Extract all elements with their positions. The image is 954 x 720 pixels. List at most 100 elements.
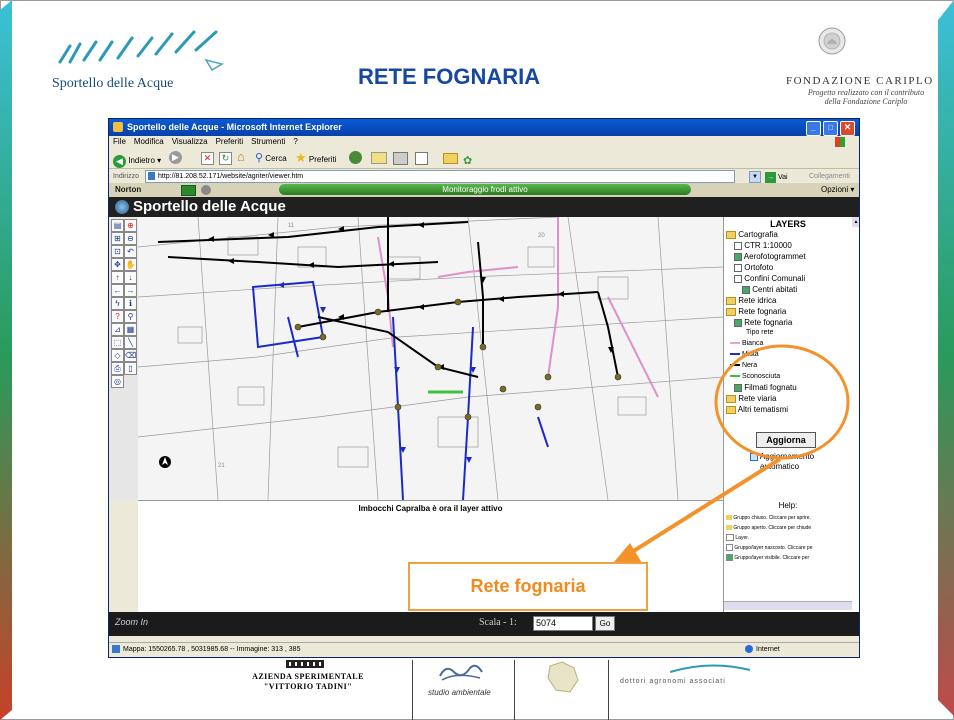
norton-screen-icon[interactable]: [181, 185, 196, 196]
callout-ellipse-arrow: [608, 344, 850, 569]
address-dropdown-icon[interactable]: ▼: [749, 171, 761, 183]
ie-status-bar: Mappa: 1550265.78 , 5031985.68 -- Immagi…: [109, 642, 859, 657]
pan-right-tool-icon[interactable]: →: [124, 284, 137, 297]
windows-flag-icon: [835, 137, 845, 147]
layers-scroll-up-icon[interactable]: ▲: [852, 217, 859, 227]
fondazione-subtitle-2: della Fondazione Cariplo: [824, 97, 908, 106]
history-icon[interactable]: [349, 151, 362, 164]
scale-input[interactable]: 5074: [533, 616, 593, 631]
ie-logo-icon: [113, 122, 123, 132]
zoom-back-tool-icon[interactable]: ↶: [124, 245, 137, 258]
menu-file[interactable]: File: [113, 137, 126, 146]
svg-text:21: 21: [218, 463, 225, 469]
identify-tool-icon[interactable]: ℹ: [124, 297, 137, 310]
menu-modifica[interactable]: Modifica: [134, 137, 164, 146]
studio-ambientale-label: studio ambientale: [428, 688, 491, 697]
scale-go-button[interactable]: Go: [595, 616, 615, 631]
menu-strumenti[interactable]: Strumenti: [251, 137, 285, 146]
pan-down-tool-icon[interactable]: ↓: [124, 271, 137, 284]
checkbox-icon: [734, 263, 742, 272]
close-button[interactable]: ✕: [840, 121, 855, 136]
azienda-name-line1: AZIENDA SPERIMENTALE: [252, 672, 364, 681]
layer-item[interactable]: Rete idrica: [726, 295, 776, 306]
globe-icon: [745, 645, 753, 654]
folder-open-icon: [726, 230, 736, 239]
rete-nera-lines: [157, 217, 619, 378]
document-tool-icon[interactable]: ▯: [124, 362, 137, 375]
map-tools-palette: ▤ ⊕ ⊞ ⊖ ⊡ ↶ ✥ ✋ ↑ ↓ ← → ϟ ℹ ? ⚲ ⊿ ▦ ⬚ ╲ …: [109, 217, 138, 500]
menu-preferiti[interactable]: Preferiti: [216, 137, 244, 146]
zoom-active-tool-icon[interactable]: ⊡: [111, 245, 124, 258]
address-input[interactable]: http://81.208.52.171/website/agriter/vie…: [145, 170, 735, 183]
folder-icon[interactable]: [443, 153, 458, 164]
address-label: Indirizzo: [113, 173, 140, 180]
buffer-tool-icon[interactable]: ▦: [124, 323, 137, 336]
page-title: RETE FOGNARIA: [358, 64, 541, 89]
favorites-button[interactable]: ★ Preferiti: [295, 148, 336, 170]
favorites-star-icon: ★: [295, 150, 307, 165]
svg-text:11: 11: [288, 223, 295, 229]
layer-item[interactable]: Rete fognaria: [726, 306, 786, 317]
hyperlink-tool-icon[interactable]: ϟ: [111, 297, 124, 310]
pan-arrow-tool-icon[interactable]: ✥: [111, 258, 124, 271]
stop-icon[interactable]: ✕: [201, 152, 214, 165]
internet-zone: Internet: [745, 643, 780, 657]
pan-left-tool-icon[interactable]: ←: [111, 284, 124, 297]
layer-item[interactable]: CTR 1:10000: [734, 240, 792, 251]
norton-globe-icon[interactable]: [201, 185, 211, 195]
layers-header: LAYERS: [770, 219, 806, 229]
maximize-button[interactable]: □: [823, 121, 838, 136]
print-icon[interactable]: [393, 152, 408, 165]
select-line-tool-icon[interactable]: ╲: [124, 336, 137, 349]
forward-button[interactable]: ▶: [169, 151, 182, 164]
zoom-full-tool-icon[interactable]: ⊞: [111, 232, 124, 245]
refresh-icon[interactable]: ↻: [219, 152, 232, 165]
sportello-logo-wave-icon: [58, 30, 224, 72]
query-tool-icon[interactable]: ?: [111, 310, 124, 323]
layer-item[interactable]: Confini Comunali: [734, 273, 805, 284]
checkbox-icon: [734, 274, 742, 283]
select-shape-tool-icon[interactable]: ◇: [111, 349, 124, 362]
map-coordinates: Mappa: 1550265.78 , 5031985.68 -- Immagi…: [123, 646, 301, 653]
layers-horizontal-scrollbar[interactable]: [724, 601, 852, 610]
home-icon[interactable]: ⌂: [237, 150, 245, 164]
links-label[interactable]: Collegamenti: [809, 169, 850, 184]
clear-selection-tool-icon[interactable]: ⌫: [124, 349, 137, 362]
layer-item[interactable]: Aerofotogrammet: [734, 251, 806, 262]
norton-label[interactable]: Norton: [115, 183, 141, 197]
svg-text:20: 20: [538, 233, 545, 239]
callout-label: Rete fognaria: [408, 562, 648, 611]
ie-window-title: Sportello delle Acque - Microsoft Intern…: [127, 122, 342, 132]
print-tool-icon[interactable]: ⎙: [111, 362, 124, 375]
zoom-in-tool-icon[interactable]: ⊕: [124, 219, 137, 232]
go-arrow-icon: →: [765, 171, 776, 183]
folder-open-icon: [726, 307, 736, 316]
layer-item[interactable]: Ortofoto: [734, 262, 773, 273]
find-tool-icon[interactable]: ⚲: [124, 310, 137, 323]
menu-visualizza[interactable]: Visualizza: [172, 137, 208, 146]
ie-menubar: File Modifica Visualizza Preferiti Strumenti…: [109, 136, 859, 148]
pan-up-tool-icon[interactable]: ↑: [111, 271, 124, 284]
divider-2: [514, 660, 515, 720]
menu-help[interactable]: ?: [293, 137, 297, 146]
fondazione-title: FONDAZIONE CARIPLO: [786, 75, 934, 87]
select-rect-tool-icon[interactable]: ⬚: [111, 336, 124, 349]
zoom-out-tool-icon[interactable]: ⊖: [124, 232, 137, 245]
norton-options[interactable]: Opzioni ▾: [821, 183, 854, 197]
pan-hand-tool-icon[interactable]: ✋: [124, 258, 137, 271]
studio-ambientale-logo-icon: [439, 664, 483, 681]
mail-icon[interactable]: [371, 152, 387, 164]
legend-tool-icon[interactable]: ▤: [111, 219, 124, 232]
layer-item[interactable]: Centri abitati: [742, 284, 797, 295]
layer-item[interactable]: Cartografia: [726, 229, 778, 240]
measure-tool-icon[interactable]: ⊿: [111, 323, 124, 336]
edit-icon[interactable]: [415, 152, 428, 165]
checkbox-checked-icon: [734, 318, 742, 327]
azienda-name-line2: "VITTORIO TADINI": [263, 682, 353, 691]
ie-titlebar: Sportello delle Acque - Microsoft Intern…: [109, 119, 859, 136]
address-bar: Indirizzo http://81.208.52.171/website/a…: [109, 168, 859, 184]
minimize-button[interactable]: _: [806, 121, 821, 136]
search-button[interactable]: ⚲ Cerca: [255, 148, 287, 169]
dottori-agronomi-label: dottori agronomi associati: [620, 678, 726, 685]
extra-tool-icon[interactable]: ◎: [111, 375, 124, 388]
